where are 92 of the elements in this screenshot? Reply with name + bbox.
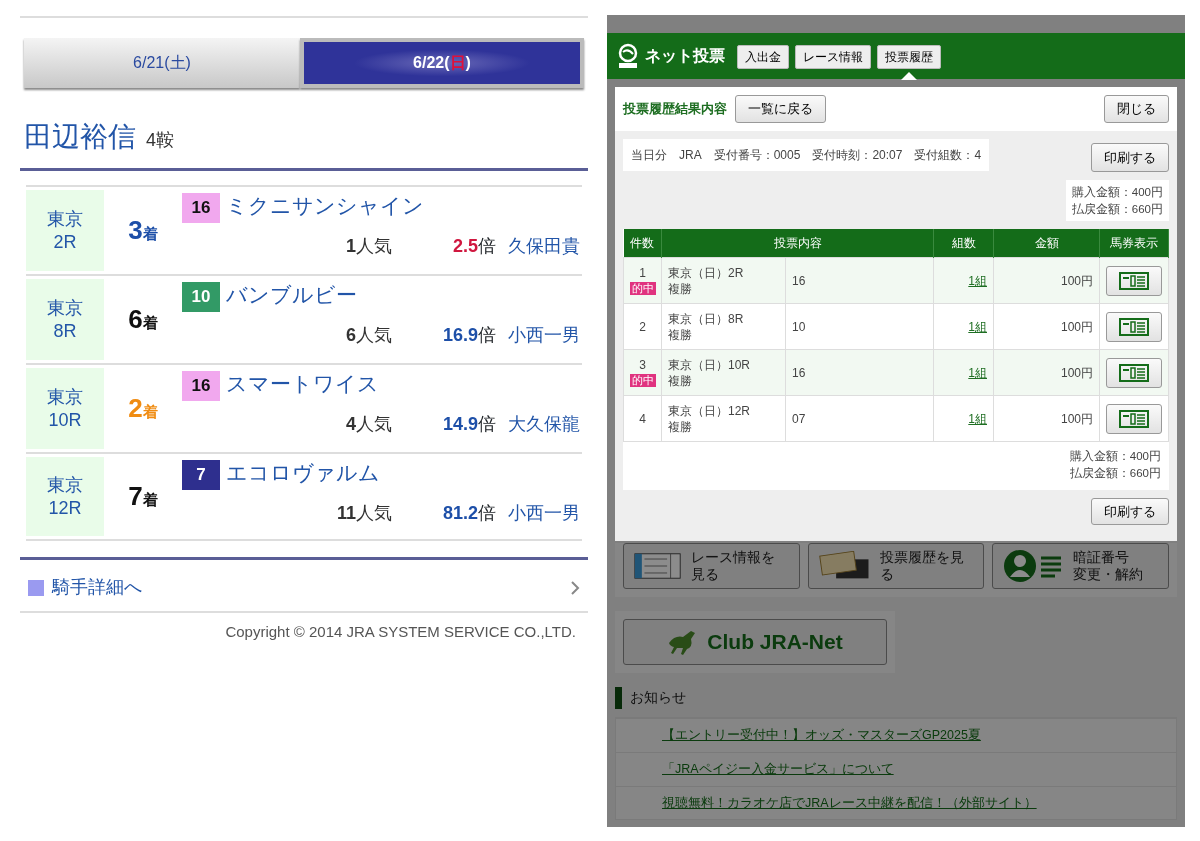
nav-button[interactable]: 投票履歴 <box>877 44 941 69</box>
logo-icon <box>617 43 639 69</box>
column-header: 投票内容 <box>661 229 934 258</box>
horse-number: 16 <box>182 193 220 223</box>
table-cell: 3 的中 <box>623 349 662 396</box>
table-cell: 4 <box>623 395 662 442</box>
rider-name: 久保田貴 <box>508 235 580 258</box>
notice-link[interactable]: 「JRAペイジー入金サービス」について <box>662 761 894 776</box>
column-header: 件数 <box>623 229 662 258</box>
table-cell: 100円 <box>993 395 1100 442</box>
table-cell: 東京（日）12R 複勝 <box>661 395 786 442</box>
hit-badge: 的中 <box>629 281 656 296</box>
race-table-icon <box>634 551 682 582</box>
table-cell: 07 <box>785 395 934 442</box>
jockey-name: 田辺裕信 <box>24 120 136 154</box>
logo-text: ネット投票 <box>645 46 725 66</box>
combination-link[interactable]: 1組 <box>968 365 987 380</box>
horse-name: ミクニサンシャイン <box>226 194 424 217</box>
horse-number: 7 <box>182 460 220 490</box>
user-menu-icon <box>1003 549 1064 584</box>
table-cell: 東京（日）2R 複勝 <box>661 257 786 304</box>
table-cell: 1 的中 <box>623 257 662 304</box>
popularity: 1人気 <box>345 235 392 258</box>
finish-place: 6着 <box>128 303 158 336</box>
finish-place: 7着 <box>128 480 158 513</box>
print-button[interactable]: 印刷する <box>1091 142 1169 172</box>
rider-name: 大久保龍 <box>508 413 580 436</box>
section-marker <box>615 687 622 710</box>
odds: 16.9倍 <box>441 324 496 347</box>
jockey-detail-link[interactable]: 騎手詳細へ <box>52 574 142 601</box>
table-cell: 東京（日）8R 複勝 <box>661 303 786 350</box>
race-cell: 東京 2R <box>26 190 104 271</box>
horse-name: バンブルビー <box>226 283 357 306</box>
table-cell: 東京（日）10R 複勝 <box>661 349 786 396</box>
ticket-button[interactable] <box>1106 311 1162 342</box>
finish-place: 2着 <box>128 392 158 425</box>
rider-name: 小西一男 <box>508 502 580 525</box>
table-cell: 100円 <box>993 349 1100 396</box>
column-header: 金額 <box>993 229 1100 258</box>
totals-text: 購入金額：400円 払戻金額：660円 <box>1065 180 1169 222</box>
ticket-icon <box>1119 317 1149 336</box>
race-cell: 東京 8R <box>26 279 104 360</box>
horse-name: エコロヴァルム <box>226 461 380 484</box>
horse-name: スマートワイス <box>226 372 379 395</box>
ticket-button[interactable] <box>1106 265 1162 296</box>
back-button[interactable]: 一覧に戻る <box>735 95 826 123</box>
hit-badge: 的中 <box>629 373 656 388</box>
ticket-icon <box>1119 363 1149 382</box>
date-tab[interactable]: 6/21(土) <box>24 38 300 88</box>
rider-name: 小西一男 <box>508 324 580 347</box>
race-cell: 東京 10R <box>26 368 104 449</box>
chevron-right-icon[interactable] <box>570 579 580 596</box>
notices-heading: お知らせ <box>630 689 686 708</box>
race-cell: 東京 12R <box>26 457 104 536</box>
nav-button[interactable]: レース情報 <box>795 44 871 69</box>
receipt-info: 当日分 JRA 受付番号：0005 受付時刻：20:07 受付組数：4 <box>623 138 990 171</box>
odds: 2.5倍 <box>451 235 496 258</box>
close-button[interactable]: 閉じる <box>1104 95 1169 123</box>
dialog-title: 投票履歴結果内容 <box>623 100 727 118</box>
table-cell: 100円 <box>993 303 1100 350</box>
table-cell: 16 <box>785 349 934 396</box>
column-header: 組数 <box>933 229 994 258</box>
popularity: 11人気 <box>335 502 392 525</box>
column-header: 馬券表示 <box>1099 229 1169 258</box>
table-cell: 10 <box>785 303 934 350</box>
table-cell: 16 <box>785 257 934 304</box>
mount-count: 4鞍 <box>146 129 174 152</box>
odds: 14.9倍 <box>441 413 496 436</box>
popularity: 6人気 <box>345 324 392 347</box>
combination-link[interactable]: 1組 <box>968 411 987 426</box>
square-icon <box>28 579 44 596</box>
ticket-icon <box>1119 409 1149 428</box>
horse-number: 16 <box>182 371 220 401</box>
print-button[interactable]: 印刷する <box>1091 497 1169 526</box>
menu-tile[interactable]: レース情報を見る <box>623 543 800 590</box>
menu-tile[interactable]: 暗証番号 変更・解約 <box>992 543 1169 590</box>
table-cell: 100円 <box>993 257 1100 304</box>
copyright-text: Copyright © 2014 JRA SYSTEM SERVICE CO.,LTD. <box>224 622 577 642</box>
ticket-icon <box>1119 271 1149 290</box>
menu-tile[interactable]: 投票履歴を見る <box>807 543 985 590</box>
table-cell: 2 <box>623 303 662 350</box>
horse-number: 10 <box>182 282 220 312</box>
ticket-button[interactable] <box>1106 403 1162 434</box>
finish-place: 3着 <box>128 214 158 247</box>
nav-button[interactable]: 入出金 <box>737 44 789 69</box>
date-tab[interactable]: 6/22(日) <box>300 38 584 88</box>
combination-link[interactable]: 1組 <box>968 273 987 288</box>
totals-text: 購入金額：400円 払戻金額：660円 <box>1069 448 1161 482</box>
odds: 81.2倍 <box>441 502 496 525</box>
combination-link[interactable]: 1組 <box>968 319 987 334</box>
popularity: 4人気 <box>345 413 392 436</box>
ticket-button[interactable] <box>1106 357 1162 388</box>
